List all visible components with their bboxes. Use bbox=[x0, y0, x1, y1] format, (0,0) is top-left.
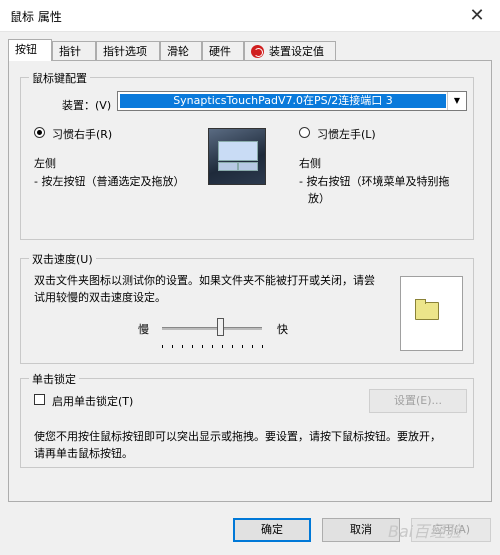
tab-label: 指针选项 bbox=[103, 45, 147, 58]
tab-label: 滑轮 bbox=[167, 45, 189, 58]
click-lock-description: 使您不用按住鼠标按钮即可以突出显示或拖拽。要设置，请按下鼠标按钮。要放开， bbox=[34, 430, 441, 443]
tab-pointer-options[interactable]: 指针选项 bbox=[96, 41, 160, 60]
left-side-title: 左侧 bbox=[34, 157, 56, 170]
slider-tick bbox=[172, 345, 173, 348]
double-click-description: 双击文件夹图标以测试你的设置。如果文件夹不能被打开或关闭，请尝 bbox=[34, 274, 375, 287]
touchpad-left-button bbox=[218, 162, 238, 171]
touchpad-surface bbox=[218, 141, 258, 161]
double-click-slider-track[interactable] bbox=[162, 327, 262, 330]
right-handed-label: 习惯右手(R) bbox=[52, 128, 113, 141]
click-lock-label: 启用单击锁定(T) bbox=[52, 395, 134, 408]
group-label: 双击速度(U) bbox=[29, 251, 96, 267]
double-click-slider-thumb[interactable] bbox=[217, 318, 224, 336]
fast-label: 快 bbox=[277, 323, 288, 336]
ok-button[interactable]: 确定 bbox=[233, 518, 311, 542]
tab-device-settings[interactable]: 装置设定值 bbox=[244, 41, 336, 60]
group-label: 单击锁定 bbox=[29, 371, 79, 387]
synaptics-icon bbox=[251, 44, 264, 58]
click-lock-description-cont: 请再单击鼠标按钮。 bbox=[34, 447, 133, 460]
left-handed-radio[interactable] bbox=[299, 127, 310, 138]
right-side-description-cont: 放） bbox=[308, 192, 330, 205]
window-title: 鼠标 属性 bbox=[10, 10, 62, 24]
touchpad-image bbox=[208, 128, 266, 185]
click-lock-settings-button[interactable]: 设置(E)... bbox=[369, 389, 467, 413]
left-side-description: - 按左按钮（普通选定及拖放） bbox=[34, 175, 185, 188]
folder-icon[interactable] bbox=[415, 299, 439, 320]
right-side-title: 右侧 bbox=[299, 157, 321, 170]
test-folder-area[interactable] bbox=[400, 276, 463, 351]
slow-label: 慢 bbox=[138, 323, 149, 336]
right-side-description: - 按右按钮（环境菜单及特别拖 bbox=[299, 175, 450, 188]
device-label: 装置：(V) bbox=[62, 99, 112, 112]
touchpad-right-button bbox=[238, 162, 258, 171]
watermark-logo: Bai百经验 bbox=[388, 522, 462, 541]
chevron-down-icon[interactable]: ▼ bbox=[447, 92, 466, 110]
tab-wheel[interactable]: 滑轮 bbox=[160, 41, 202, 60]
group-label: 鼠标键配置 bbox=[29, 70, 90, 86]
slider-tick bbox=[222, 345, 223, 348]
slider-tick bbox=[212, 345, 213, 348]
tab-label: 按钮 bbox=[15, 43, 37, 56]
tab-pointers[interactable]: 指针 bbox=[52, 41, 96, 60]
slider-tick bbox=[252, 345, 253, 348]
slider-tick bbox=[242, 345, 243, 348]
title-bar: 鼠标 属性 ✕ bbox=[0, 0, 500, 32]
tab-label: 指针 bbox=[59, 45, 81, 58]
right-handed-radio[interactable] bbox=[34, 127, 45, 138]
close-icon[interactable]: ✕ bbox=[454, 0, 500, 31]
slider-tick bbox=[202, 345, 203, 348]
slider-tick bbox=[232, 345, 233, 348]
device-select-value: SynapticsTouchPadV7.0在PS/2连接端口 3 bbox=[120, 94, 446, 108]
tab-hardware[interactable]: 硬件 bbox=[202, 41, 244, 60]
tab-buttons[interactable]: 按钮 bbox=[8, 39, 52, 61]
slider-tick bbox=[182, 345, 183, 348]
tab-label: 装置设定值 bbox=[269, 45, 324, 58]
slider-tick bbox=[162, 345, 163, 348]
slider-tick bbox=[192, 345, 193, 348]
left-handed-label: 习惯左手(L) bbox=[317, 128, 376, 141]
slider-tick bbox=[262, 345, 263, 348]
double-click-description-cont: 试用较慢的双击速度设定。 bbox=[34, 291, 166, 304]
tab-label: 硬件 bbox=[209, 45, 231, 58]
click-lock-checkbox[interactable] bbox=[34, 394, 45, 405]
device-select[interactable]: SynapticsTouchPadV7.0在PS/2连接端口 3 ▼ bbox=[117, 91, 467, 111]
